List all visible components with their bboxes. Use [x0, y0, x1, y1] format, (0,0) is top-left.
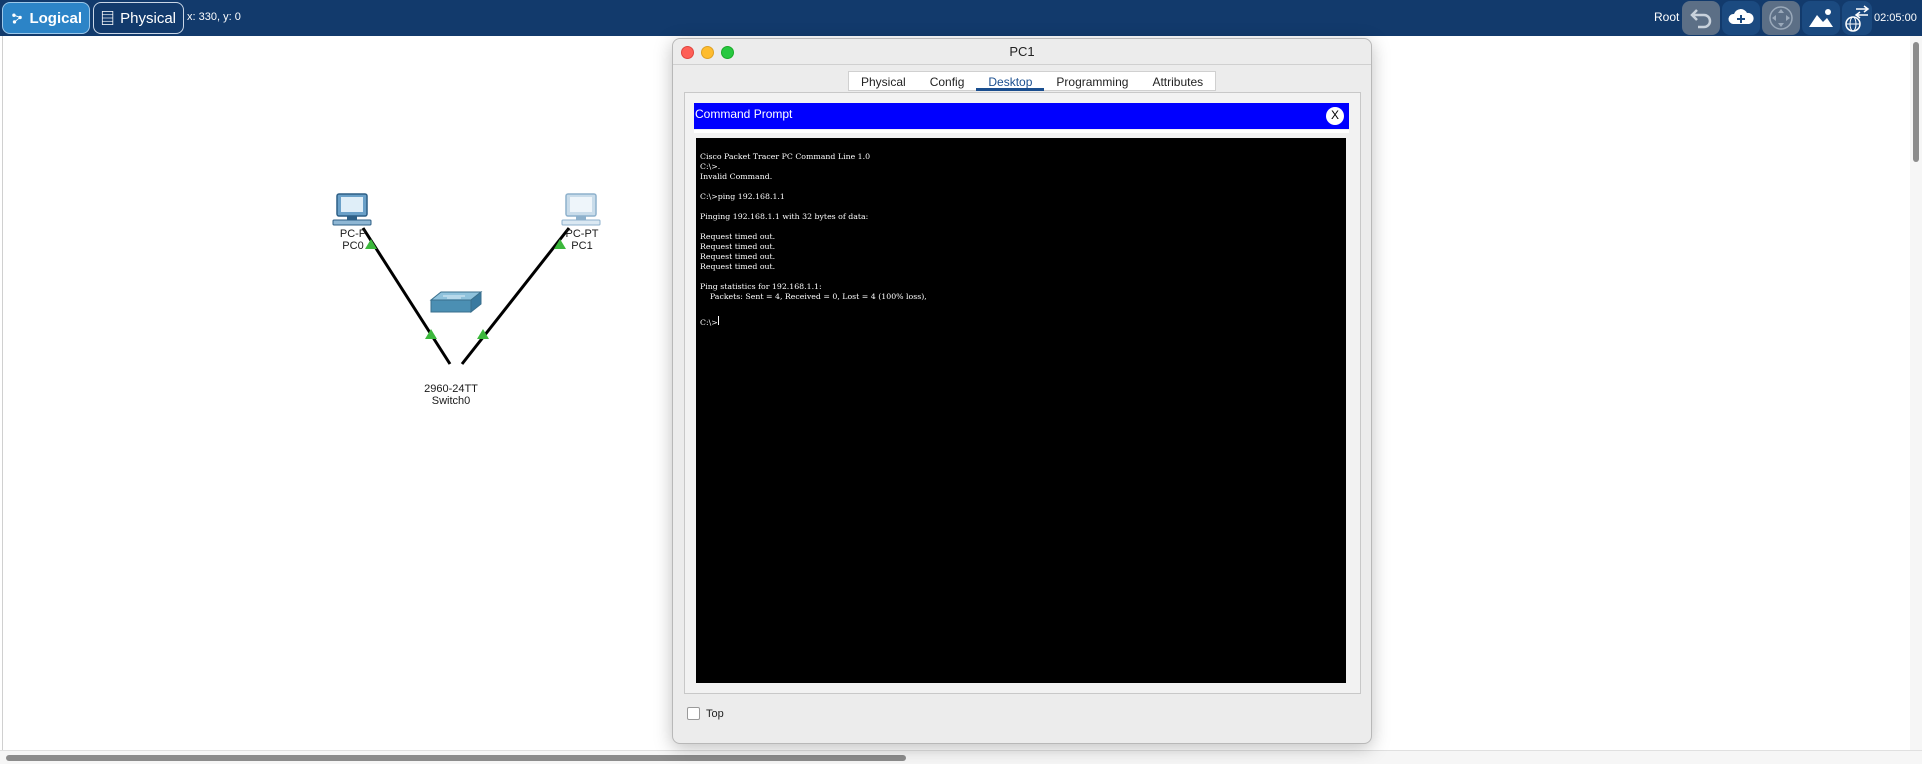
- simulation-clock: 02:05:00: [1874, 12, 1917, 24]
- pc0-device[interactable]: [332, 193, 372, 226]
- horizontal-scroll-thumb[interactable]: [6, 755, 906, 761]
- physical-view-button[interactable]: Physical: [93, 2, 184, 34]
- pc0-label: PC-P PC0: [333, 228, 373, 252]
- terminal-line: Cisco Packet Tracer PC Command Line 1.0: [700, 152, 871, 161]
- terminal-line: Packets: Sent = 4, Received = 0, Lost = …: [700, 292, 927, 301]
- top-option[interactable]: Top: [687, 707, 724, 720]
- tab-desktop[interactable]: Desktop: [976, 72, 1045, 91]
- terminal-line: Request timed out.: [700, 242, 776, 251]
- tab-programming[interactable]: Programming: [1044, 72, 1140, 91]
- cursor-coordinates: x: 330, y: 0: [187, 11, 241, 23]
- switch0-label: 2960-24TT Switch0: [421, 383, 481, 407]
- terminal-line: Ping statistics for 192.168.1.1:: [700, 282, 822, 291]
- command-prompt-close-button[interactable]: X: [1326, 107, 1344, 125]
- cloud-add-button[interactable]: [1722, 1, 1760, 35]
- background-image-button[interactable]: [1802, 1, 1840, 35]
- device-tabs: Physical Config Desktop Programming Attr…: [848, 71, 1217, 91]
- cloud-add-icon: [1728, 9, 1754, 24]
- terminal-line: Request timed out.: [700, 262, 776, 271]
- text-cursor: [717, 316, 719, 326]
- terminal-line: Request timed out.: [700, 232, 776, 241]
- horizontal-scrollbar[interactable]: [0, 750, 1922, 764]
- pc1-model-label: PC-PT: [565, 228, 599, 240]
- logical-view-label: Logical: [29, 9, 82, 27]
- vertical-scroll-thumb[interactable]: [1913, 42, 1919, 162]
- terminal-line: Request timed out.: [700, 252, 776, 261]
- navigate-icon: [1769, 6, 1793, 30]
- top-checkbox-label: Top: [706, 707, 724, 720]
- desktop-content: Command Prompt X Cisco Packet Tracer PC …: [684, 92, 1361, 694]
- pc1-dialog: PC1 Physical Config Desktop Programming …: [672, 38, 1372, 744]
- dialog-title: PC1: [1009, 44, 1035, 59]
- rack-icon: [101, 11, 114, 25]
- root-level-label: Root: [1654, 10, 1680, 24]
- logical-view-button[interactable]: Logical: [2, 2, 90, 34]
- dialog-titlebar[interactable]: PC1: [673, 39, 1371, 65]
- command-prompt-titlebar: Command Prompt X: [694, 103, 1349, 129]
- physical-view-label: Physical: [120, 9, 176, 27]
- vertical-scrollbar[interactable]: [1910, 36, 1922, 750]
- terminal-prompt: C:\>: [700, 318, 718, 327]
- pc0-name-label: PC0: [342, 240, 364, 252]
- network-settings-button[interactable]: [1842, 1, 1872, 35]
- switch0-name-label: Switch0: [431, 395, 471, 407]
- command-prompt-title: Command Prompt: [695, 107, 793, 121]
- terminal-line: Pinging 192.168.1.1 with 32 bytes of dat…: [700, 212, 869, 221]
- terminal-line: Invalid Command.: [700, 172, 773, 181]
- divider: [694, 130, 1349, 133]
- pc1-name-label: PC1: [571, 240, 593, 252]
- tab-config[interactable]: Config: [918, 72, 977, 91]
- network-settings-icon: [1845, 5, 1870, 32]
- terminal-line: C:\>ping 192.168.1.1: [700, 192, 785, 201]
- switch0-device[interactable]: [429, 290, 483, 314]
- navigate-button[interactable]: [1762, 1, 1800, 35]
- undo-icon: [1690, 9, 1712, 29]
- top-checkbox[interactable]: [687, 707, 700, 720]
- terminal-line: C:\>.: [700, 162, 721, 171]
- background-image-icon: [1809, 9, 1833, 27]
- tab-attributes[interactable]: Attributes: [1140, 72, 1215, 91]
- terminal-prompt-line: C:\>: [700, 312, 1342, 327]
- pc1-label: PC-PT PC1: [561, 228, 603, 252]
- top-toolbar: Logical Physical x: 330, y: 0 Root 02:05…: [0, 0, 1922, 36]
- undo-button[interactable]: [1682, 1, 1720, 35]
- switch0-model-label: 2960-24TT: [424, 383, 478, 395]
- terminal-output[interactable]: Cisco Packet Tracer PC Command Line 1.0 …: [696, 138, 1346, 683]
- tab-physical[interactable]: Physical: [849, 72, 918, 91]
- logical-topology-icon: [12, 13, 22, 24]
- pc1-device[interactable]: [561, 193, 601, 226]
- pc0-model-label: PC-P: [339, 228, 367, 240]
